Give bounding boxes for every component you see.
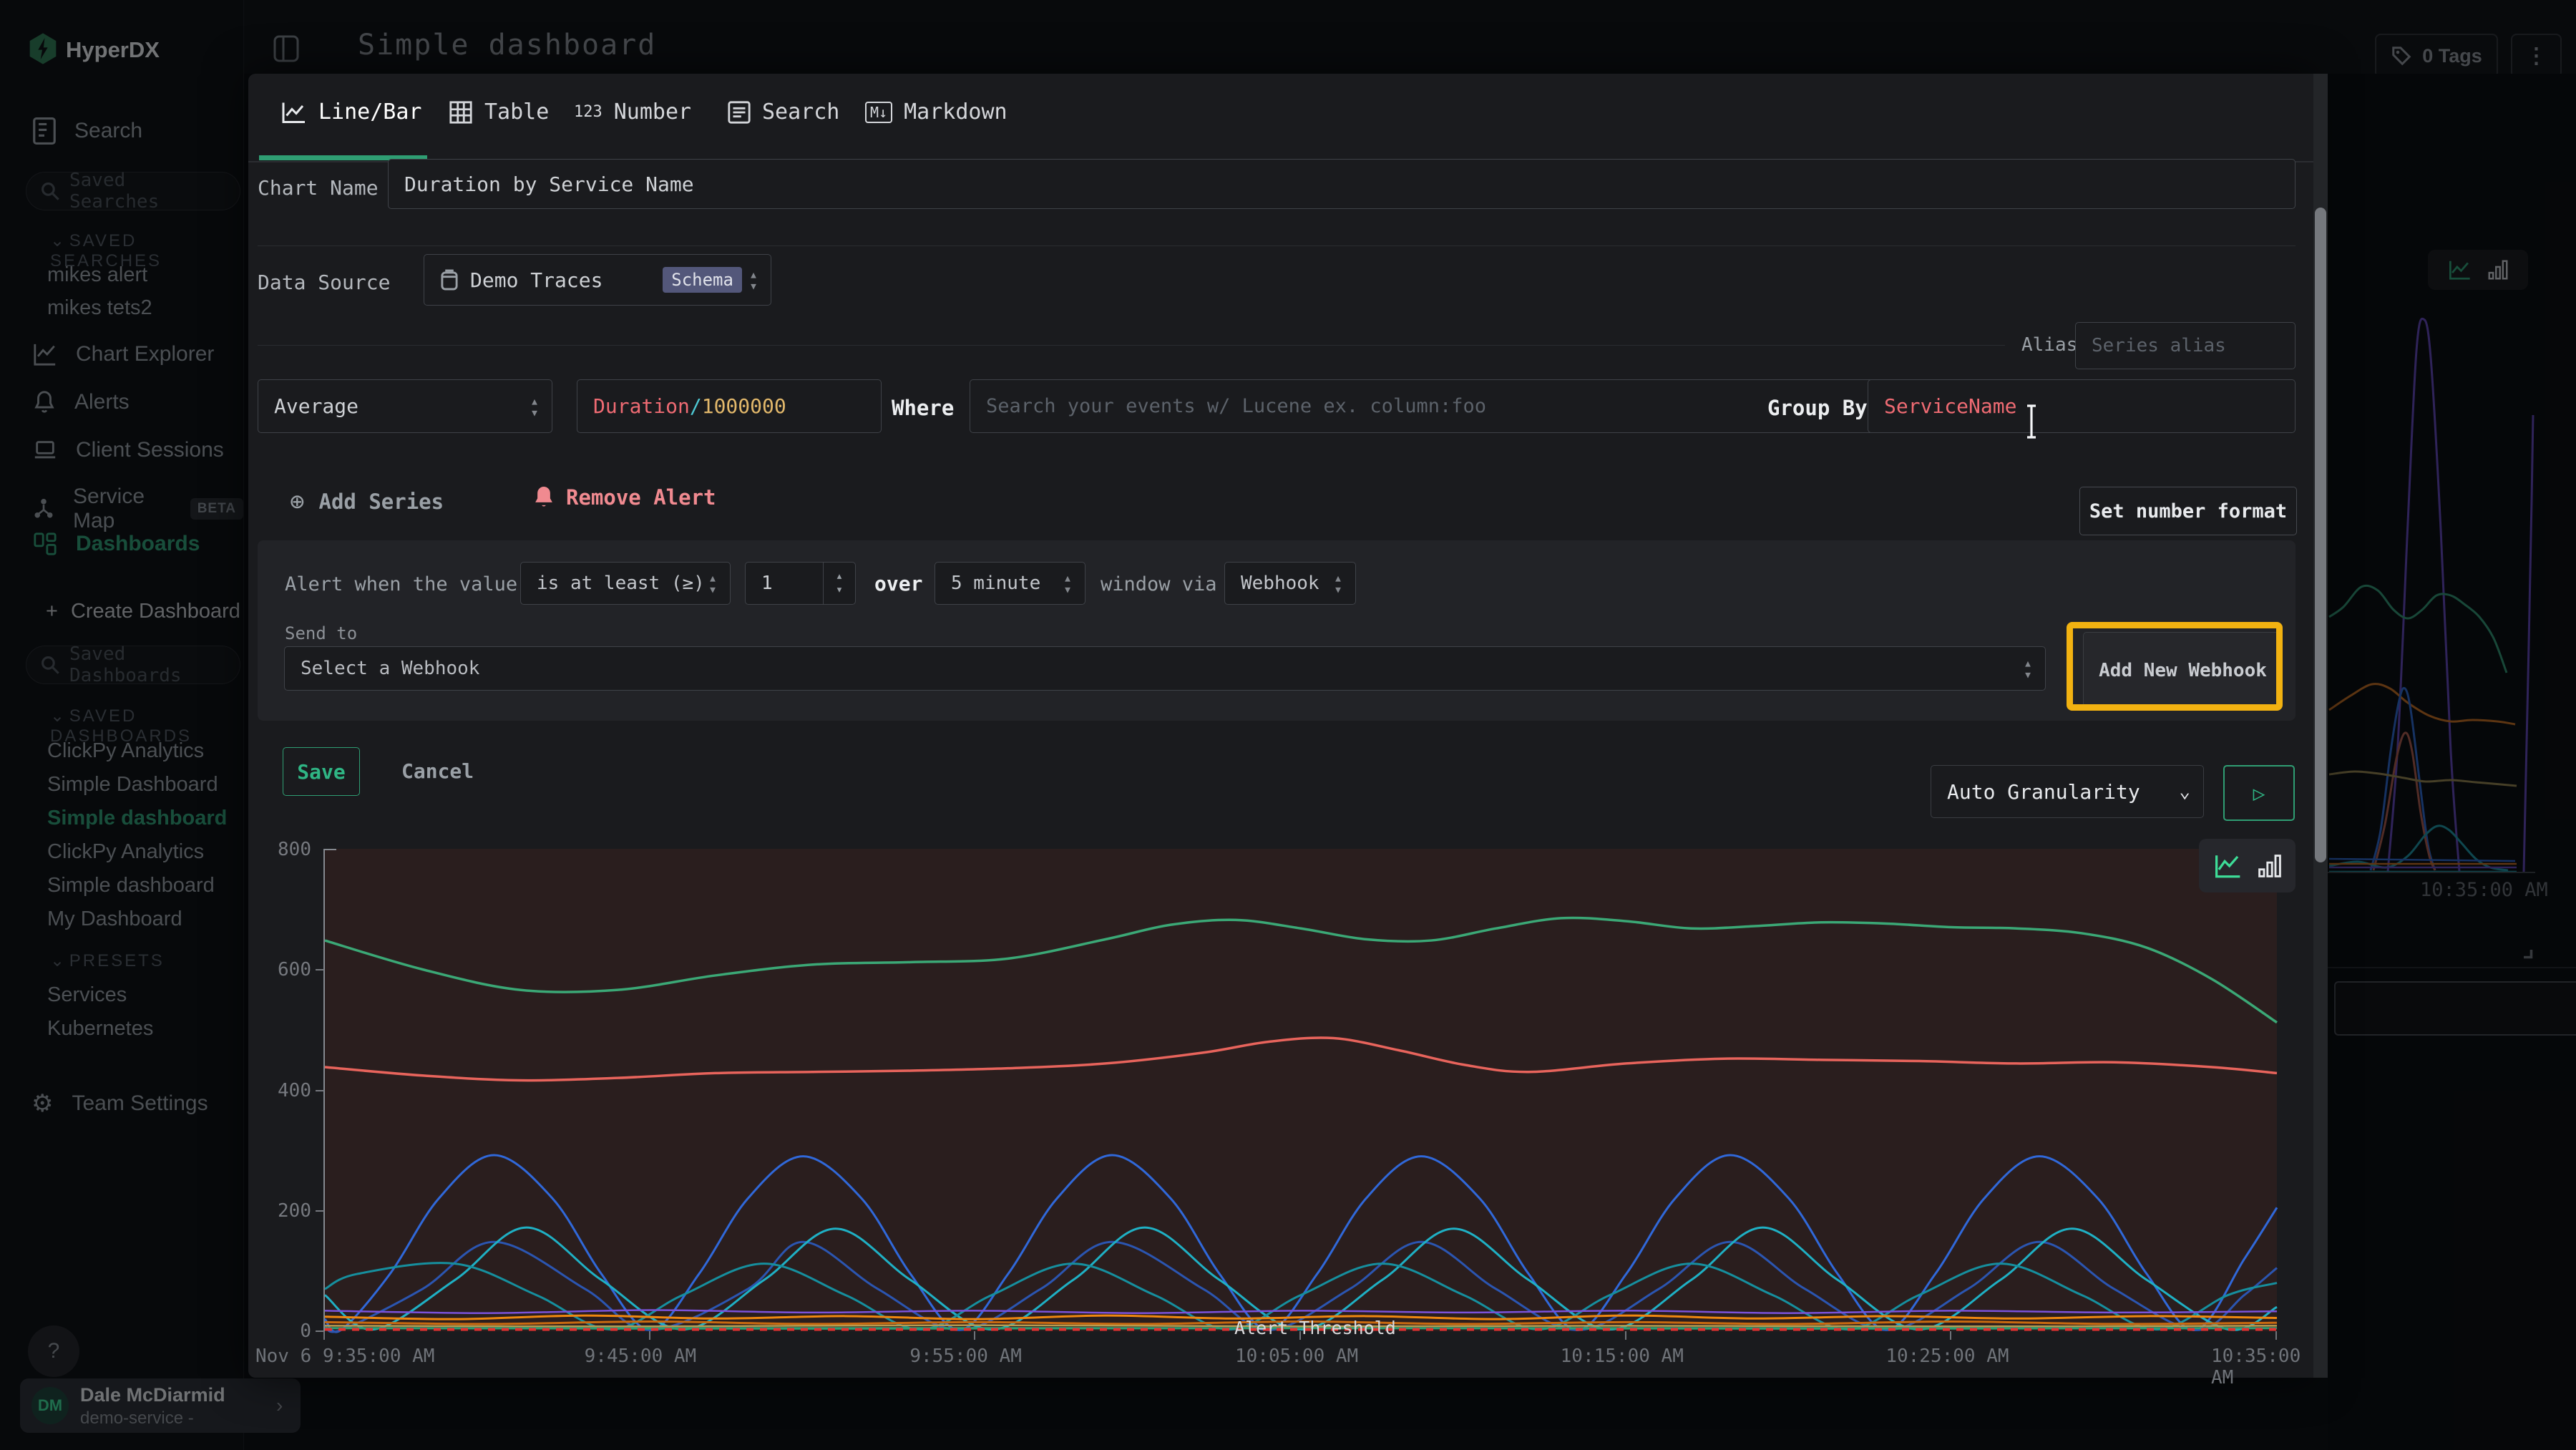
set-number-format-button[interactable]: Set number format xyxy=(2079,487,2297,535)
cancel-button[interactable]: Cancel xyxy=(401,759,474,783)
granularity-select[interactable]: Auto Granularity ⌄ xyxy=(1931,765,2204,818)
alias-placeholder: Series alias xyxy=(2092,335,2226,356)
group-by-label: Group By xyxy=(1767,396,1868,420)
x-tick-mark xyxy=(649,1331,650,1340)
scrollbar-thumb[interactable] xyxy=(2315,208,2326,862)
aggregation-select[interactable]: Average ▴▾ xyxy=(258,379,552,433)
divider xyxy=(258,245,2296,246)
alert-condition-select[interactable]: is at least (≥) ▴▾ xyxy=(520,562,731,605)
select-chevrons-icon: ▴▾ xyxy=(2024,657,2032,680)
tab-line-bar[interactable]: Line/Bar xyxy=(281,99,422,125)
markdown-icon: M↓ xyxy=(865,102,892,123)
chart-name-value: Duration by Service Name xyxy=(404,172,694,196)
x-tick-label: Nov 6 9:35:00 AM xyxy=(255,1346,434,1367)
alert-prefix: Alert when the value xyxy=(285,573,517,595)
x-tick-mark xyxy=(2275,1331,2277,1340)
chart-name-label: Chart Name xyxy=(258,176,379,200)
y-tick-800: 800 xyxy=(254,839,311,860)
y-tick-400: 400 xyxy=(254,1080,324,1101)
x-tick-mark xyxy=(323,1331,325,1340)
number-stepper[interactable]: ▴▾ xyxy=(823,563,855,604)
field-expression-input[interactable]: Duration/1000000 xyxy=(577,379,882,433)
line-chart-icon[interactable] xyxy=(2214,853,2243,879)
x-tick-mark xyxy=(1950,1331,1951,1340)
alert-bell-icon xyxy=(533,485,555,510)
data-source-label: Data Source xyxy=(258,271,390,294)
divider xyxy=(258,345,2005,346)
remove-alert-button[interactable]: Remove Alert xyxy=(533,485,716,510)
field-operator: / xyxy=(690,394,702,418)
schema-badge[interactable]: Schema xyxy=(663,267,742,293)
x-tick-label: 10:35:00 AM xyxy=(2211,1346,2313,1388)
field-name: Duration xyxy=(593,394,690,418)
stepper-up-icon: ▴ xyxy=(836,570,843,583)
bar-chart-icon[interactable] xyxy=(2258,853,2281,879)
chart-name-input[interactable]: Duration by Service Name xyxy=(388,159,2296,209)
alias-input[interactable]: Series alias xyxy=(2075,322,2296,369)
x-tick-mark xyxy=(1625,1331,1626,1340)
chart-editor-modal: Line/Bar Table 123 Number Search M↓ xyxy=(248,74,2313,1378)
alert-panel: Alert when the value is at least (≥) ▴▾ … xyxy=(258,540,2296,721)
select-chevrons-icon: ▴▾ xyxy=(530,395,539,418)
select-chevrons-icon: ▴▾ xyxy=(1334,572,1342,595)
y-tick-600: 600 xyxy=(254,959,324,981)
app-root: Simple dashboard 0 Tags ⋮ ▷ xyxy=(0,0,2576,1450)
data-source-select[interactable]: Demo Traces Schema ▴▾ xyxy=(424,254,771,306)
alias-label: Alias xyxy=(2021,334,2077,356)
x-tick-mark xyxy=(974,1331,975,1340)
tab-markdown[interactable]: M↓ Markdown xyxy=(865,99,1008,125)
x-tick-label: 9:45:00 AM xyxy=(585,1346,697,1367)
database-icon xyxy=(440,268,459,291)
over-label: over xyxy=(874,572,922,595)
tab-number[interactable]: 123 Number xyxy=(574,99,691,125)
alert-window-select[interactable]: 5 minute ▴▾ xyxy=(935,562,1085,605)
x-tick-label: 10:05:00 AM xyxy=(1235,1346,1358,1367)
x-tick-label: 10:25:00 AM xyxy=(1885,1346,2009,1367)
send-to-label: Send to xyxy=(285,623,357,643)
group-by-input[interactable]: ServiceName xyxy=(1868,379,2296,433)
tab-search[interactable]: Search xyxy=(728,99,839,125)
chevron-down-icon: ⌄ xyxy=(2179,781,2190,802)
x-tick-label: 9:55:00 AM xyxy=(909,1346,1022,1367)
webhook-placeholder: Select a Webhook xyxy=(301,658,479,679)
stepper-down-icon: ▾ xyxy=(836,583,843,597)
save-button[interactable]: Save xyxy=(283,747,360,796)
alert-channel-select[interactable]: Webhook ▴▾ xyxy=(1224,562,1356,605)
alert-threshold-input[interactable]: 1 ▴▾ xyxy=(745,562,856,605)
data-source-value: Demo Traces xyxy=(470,268,602,292)
select-chevrons-icon: ▴▾ xyxy=(1063,572,1072,595)
tab-bar: Line/Bar Table 123 Number Search M↓ xyxy=(248,74,2313,162)
preview-chart-plot xyxy=(323,849,2277,1331)
alert-threshold-annotation: Alert Threshold xyxy=(1234,1318,1396,1338)
list-icon xyxy=(728,100,751,125)
number-123-icon: 123 xyxy=(574,103,602,121)
webhook-select[interactable]: Select a Webhook ▴▾ xyxy=(284,646,2046,691)
group-by-value: ServiceName xyxy=(1884,394,2016,418)
text-cursor xyxy=(2024,404,2039,439)
line-chart-icon xyxy=(281,100,307,125)
where-placeholder: Search your events w/ Lucene ex. column:… xyxy=(986,395,1486,417)
window-via-label: window via xyxy=(1101,573,1217,595)
preview-run-button[interactable]: ▷ xyxy=(2223,765,2295,821)
tab-table[interactable]: Table xyxy=(449,99,549,125)
where-label: Where xyxy=(892,396,954,420)
plus-circle-icon: ⊕ xyxy=(290,487,304,516)
y-tick-200: 200 xyxy=(254,1200,324,1222)
aggregation-value: Average xyxy=(274,394,358,418)
modal-scrollbar[interactable] xyxy=(2313,74,2328,1378)
play-icon: ▷ xyxy=(2253,782,2265,805)
select-chevrons-icon: ▴▾ xyxy=(749,268,758,291)
add-series-button[interactable]: ⊕ Add Series xyxy=(290,487,444,516)
select-chevrons-icon: ▴▾ xyxy=(708,572,717,595)
preview-chart-type-toggle[interactable] xyxy=(2199,839,2296,892)
table-icon xyxy=(449,100,473,125)
field-denominator: 1000000 xyxy=(702,394,786,418)
x-tick-label: 10:15:00 AM xyxy=(1561,1346,1684,1367)
add-new-webhook-button[interactable]: Add New Webhook xyxy=(2083,632,2283,709)
